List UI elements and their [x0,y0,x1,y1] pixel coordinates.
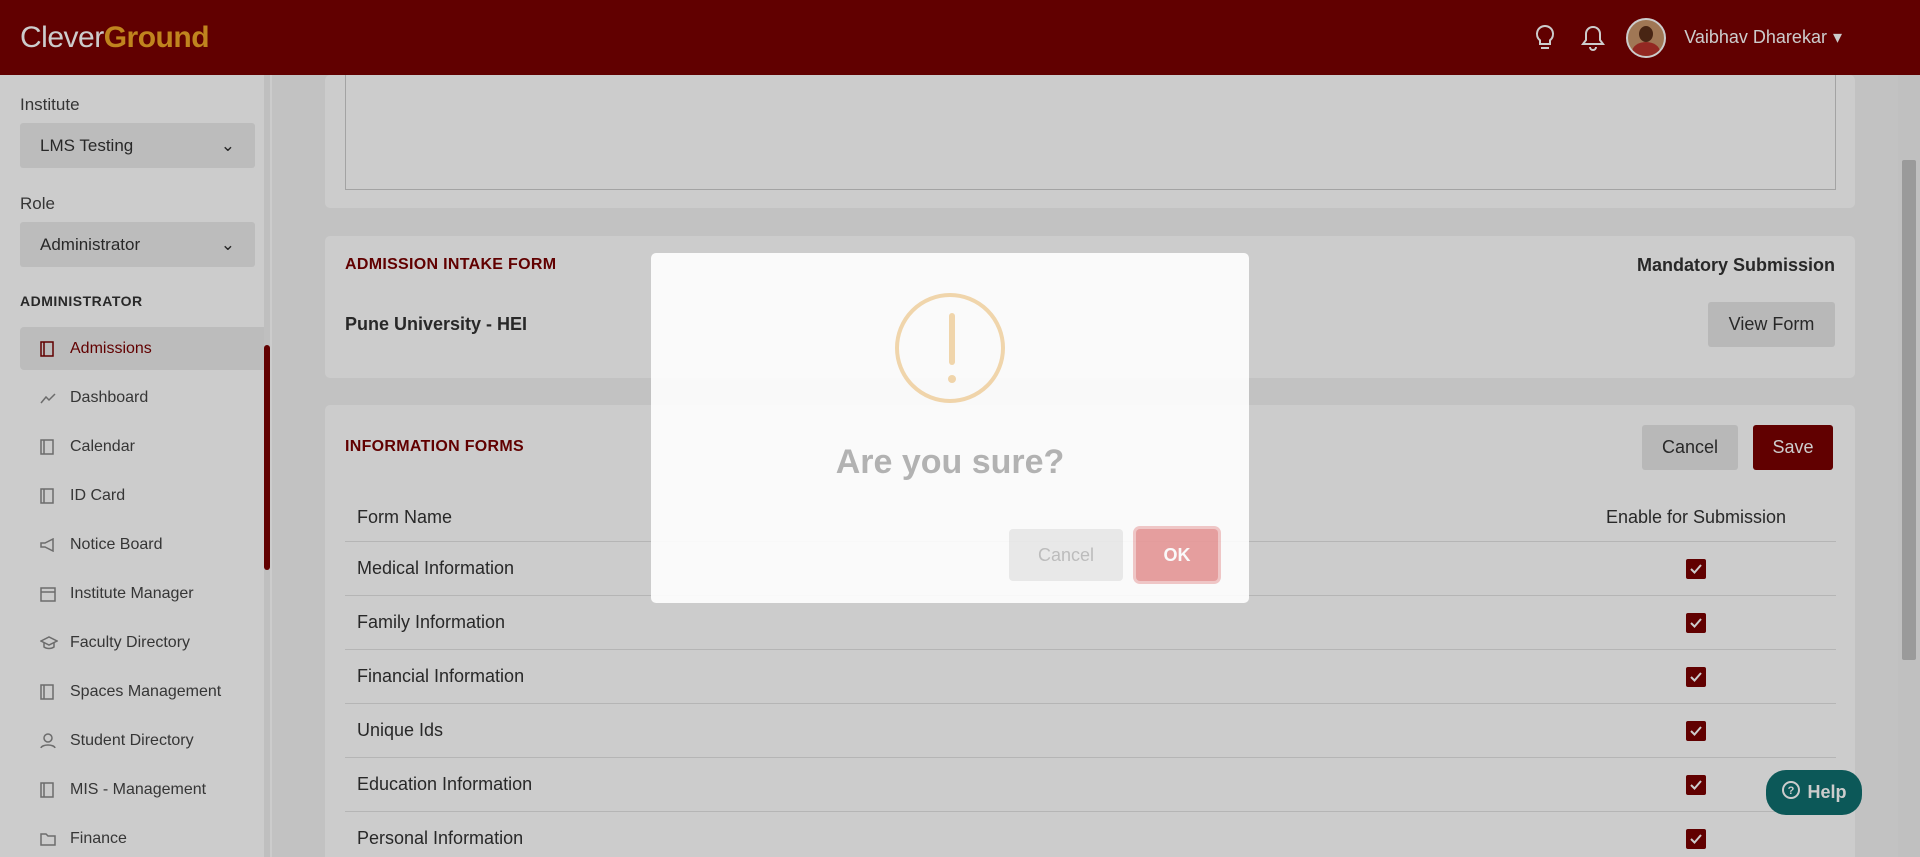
dialog-title: Are you sure? [835,443,1065,481]
dialog-cancel-button[interactable]: Cancel [1009,529,1123,581]
dialog-ok-button[interactable]: OK [1136,529,1218,581]
warning-icon [895,293,1005,403]
confirm-dialog: Are you sure? Cancel OK [651,253,1249,603]
